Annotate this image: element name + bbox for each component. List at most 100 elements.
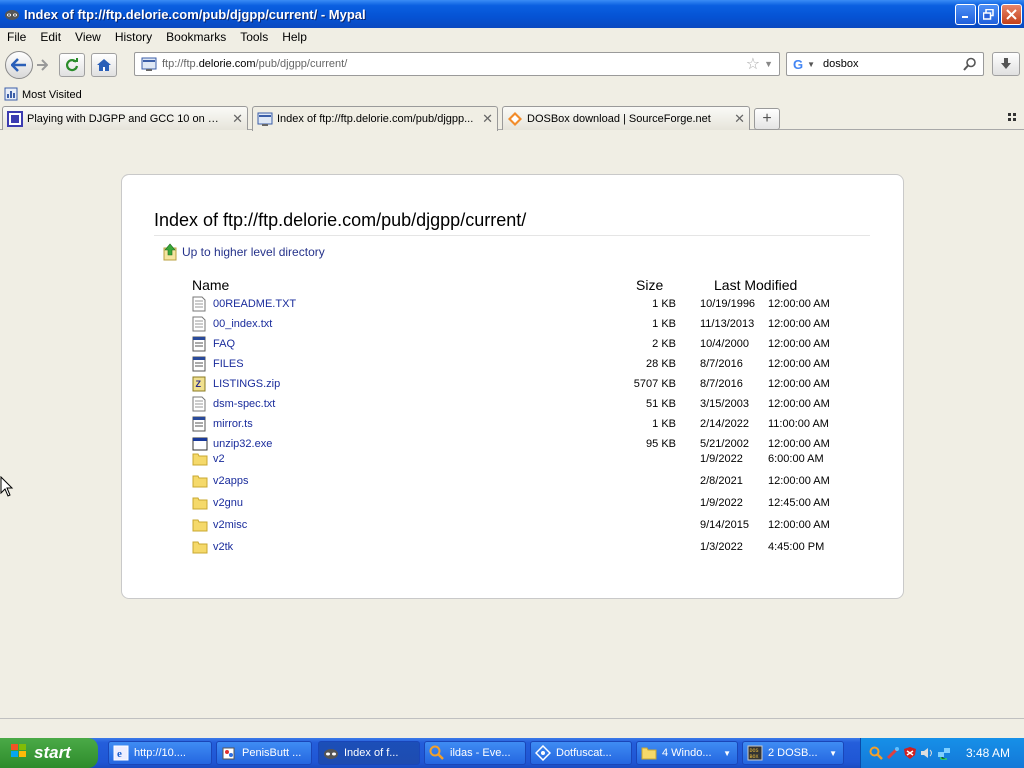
search-bar[interactable]: G ▼ dosbox bbox=[786, 52, 984, 76]
clock[interactable]: 3:48 AM bbox=[966, 746, 1010, 760]
up-directory-link[interactable]: Up to higher level directory bbox=[162, 243, 325, 261]
menu-view[interactable]: View bbox=[68, 30, 108, 44]
menu-help[interactable]: Help bbox=[275, 30, 314, 44]
reload-button[interactable] bbox=[59, 53, 85, 77]
tab-ftp-index[interactable]: Index of ftp://ftp.delorie.com/pub/djgpp… bbox=[252, 106, 498, 131]
file-date: 2/8/2021 bbox=[700, 475, 743, 487]
taskbar-button-label: 4 Windo... bbox=[662, 747, 712, 759]
column-header-last-modified[interactable]: Last Modified bbox=[714, 277, 797, 293]
url-bar[interactable]: ftp://ftp.delorie.com/pub/djgpp/current/… bbox=[134, 52, 780, 76]
file-time: 12:00:00 AM bbox=[768, 318, 830, 330]
taskbar-button[interactable]: e http://10.... bbox=[108, 741, 212, 765]
tools-tray-icon[interactable] bbox=[886, 746, 900, 760]
file-row: FILES 28 KB 8/7/2016 12:00:00 AM bbox=[192, 354, 852, 374]
close-tab-icon[interactable]: ✕ bbox=[232, 111, 243, 127]
taskbar-button[interactable]: Index of f... bbox=[318, 741, 420, 765]
search-input[interactable]: dosbox bbox=[823, 58, 963, 70]
taskbar-button-label: Dotfuscat... bbox=[556, 747, 612, 759]
file-time: 12:00:00 AM bbox=[768, 398, 830, 410]
column-header-name[interactable]: Name bbox=[192, 277, 229, 293]
file-time: 12:00:00 AM bbox=[768, 519, 830, 531]
file-size: 28 KB bbox=[646, 358, 676, 370]
close-tab-icon[interactable]: ✕ bbox=[734, 111, 745, 127]
taskbar-button-label: Index of f... bbox=[344, 747, 399, 759]
tab-dosbox-sourceforge[interactable]: DOSBox download | SourceForge.net ✕ bbox=[502, 106, 750, 130]
shield-icon[interactable] bbox=[903, 746, 917, 760]
downloads-button[interactable] bbox=[992, 52, 1020, 76]
volume-icon[interactable] bbox=[920, 746, 934, 760]
text-file-icon bbox=[192, 396, 207, 412]
file-time: 6:00:00 AM bbox=[768, 453, 824, 465]
menu-tools[interactable]: Tools bbox=[233, 30, 275, 44]
google-icon[interactable]: G bbox=[793, 57, 803, 72]
paint-icon bbox=[221, 745, 237, 761]
ie-icon: e bbox=[113, 745, 129, 761]
back-button[interactable] bbox=[5, 51, 33, 79]
home-button[interactable] bbox=[91, 53, 117, 77]
folder-icon bbox=[192, 451, 208, 467]
dotfuscator-icon bbox=[534, 744, 552, 762]
file-name-link[interactable]: v2apps bbox=[213, 475, 613, 487]
most-visited-bookmark[interactable]: Most Visited bbox=[22, 89, 82, 101]
list-all-tabs-icon[interactable] bbox=[1008, 112, 1018, 125]
file-name-link[interactable]: v2tk bbox=[213, 541, 613, 553]
file-size: 51 KB bbox=[646, 398, 676, 410]
start-button[interactable]: start bbox=[0, 738, 98, 768]
file-date: 1/3/2022 bbox=[700, 541, 743, 553]
menu-edit[interactable]: Edit bbox=[33, 30, 68, 44]
maximize-button[interactable] bbox=[978, 3, 999, 25]
file-size: 1 KB bbox=[652, 418, 676, 430]
file-name-link[interactable]: v2 bbox=[213, 453, 613, 465]
file-name-link[interactable]: LISTINGS.zip bbox=[213, 378, 613, 390]
file-date: 3/15/2003 bbox=[700, 398, 749, 410]
file-time: 4:45:00 PM bbox=[768, 541, 825, 553]
taskbar-button[interactable]: ildas - Eve... bbox=[424, 741, 526, 765]
svg-text:e: e bbox=[117, 748, 122, 760]
folder-row: v2gnu 1/9/2022 12:45:00 AM bbox=[192, 493, 852, 513]
taskbar-button[interactable]: Dotfuscat... bbox=[530, 741, 632, 765]
search-icon[interactable] bbox=[963, 57, 977, 71]
menu-history[interactable]: History bbox=[108, 30, 159, 44]
taskbar-button[interactable]: PenisButt ... bbox=[216, 741, 312, 765]
file-name-link[interactable]: dsm-spec.txt bbox=[213, 398, 613, 410]
file-name-link[interactable]: 00README.TXT bbox=[213, 298, 613, 310]
file-name-link[interactable]: mirror.ts bbox=[213, 418, 613, 430]
file-date: 10/19/1996 bbox=[700, 298, 756, 310]
taskbar: start e http://10.... PenisButt ... Index o… bbox=[0, 738, 1024, 768]
menu-file[interactable]: File bbox=[0, 30, 33, 44]
most-visited-icon bbox=[4, 87, 18, 104]
file-row: FAQ 2 KB 10/4/2000 12:00:00 AM bbox=[192, 334, 852, 354]
tab-label: DOSBox download | SourceForge.net bbox=[527, 112, 711, 125]
column-header-size[interactable]: Size bbox=[636, 277, 663, 293]
forward-button[interactable] bbox=[31, 53, 53, 77]
up-directory-label[interactable]: Up to higher level directory bbox=[182, 245, 325, 259]
tab-djgpp-article[interactable]: Playing with DJGPP and GCC 10 on DOS |..… bbox=[2, 106, 248, 130]
chevron-down-icon[interactable]: ▼ bbox=[807, 60, 815, 69]
url-text[interactable]: ftp://ftp.delorie.com/pub/djgpp/current/ bbox=[162, 58, 746, 70]
taskbar-button[interactable]: 4 Windo... ▼ bbox=[636, 741, 738, 765]
minimize-button[interactable] bbox=[955, 3, 976, 25]
new-tab-button[interactable]: + bbox=[754, 108, 780, 130]
folder-icon bbox=[192, 473, 208, 489]
file-size: 1 KB bbox=[652, 318, 676, 330]
file-name-link[interactable]: FILES bbox=[213, 358, 613, 370]
search-tray-icon[interactable] bbox=[869, 746, 883, 760]
file-time: 12:00:00 AM bbox=[768, 475, 830, 487]
file-name-link[interactable]: 00_index.txt bbox=[213, 318, 613, 330]
network-icon[interactable] bbox=[937, 746, 951, 760]
svg-text:BOX: BOX bbox=[750, 754, 759, 760]
file-name-link[interactable]: FAQ bbox=[213, 338, 613, 350]
close-button[interactable] bbox=[1001, 3, 1022, 25]
url-dropdown-icon[interactable]: ▼ bbox=[764, 59, 773, 69]
taskbar-button[interactable]: DOS BOX 2 DOSB... ▼ bbox=[742, 741, 844, 765]
bookmark-star-icon[interactable]: ☆ bbox=[746, 54, 760, 74]
file-date: 8/7/2016 bbox=[700, 358, 743, 370]
taskbar-button-label: http://10.... bbox=[134, 747, 186, 759]
generic-file-icon bbox=[192, 356, 207, 372]
close-tab-icon[interactable]: ✕ bbox=[482, 111, 493, 127]
taskbar-button-label: PenisButt ... bbox=[242, 747, 302, 759]
file-name-link[interactable]: v2gnu bbox=[213, 497, 613, 509]
menu-bookmarks[interactable]: Bookmarks bbox=[159, 30, 233, 44]
file-date: 8/7/2016 bbox=[700, 378, 743, 390]
file-name-link[interactable]: v2misc bbox=[213, 519, 613, 531]
